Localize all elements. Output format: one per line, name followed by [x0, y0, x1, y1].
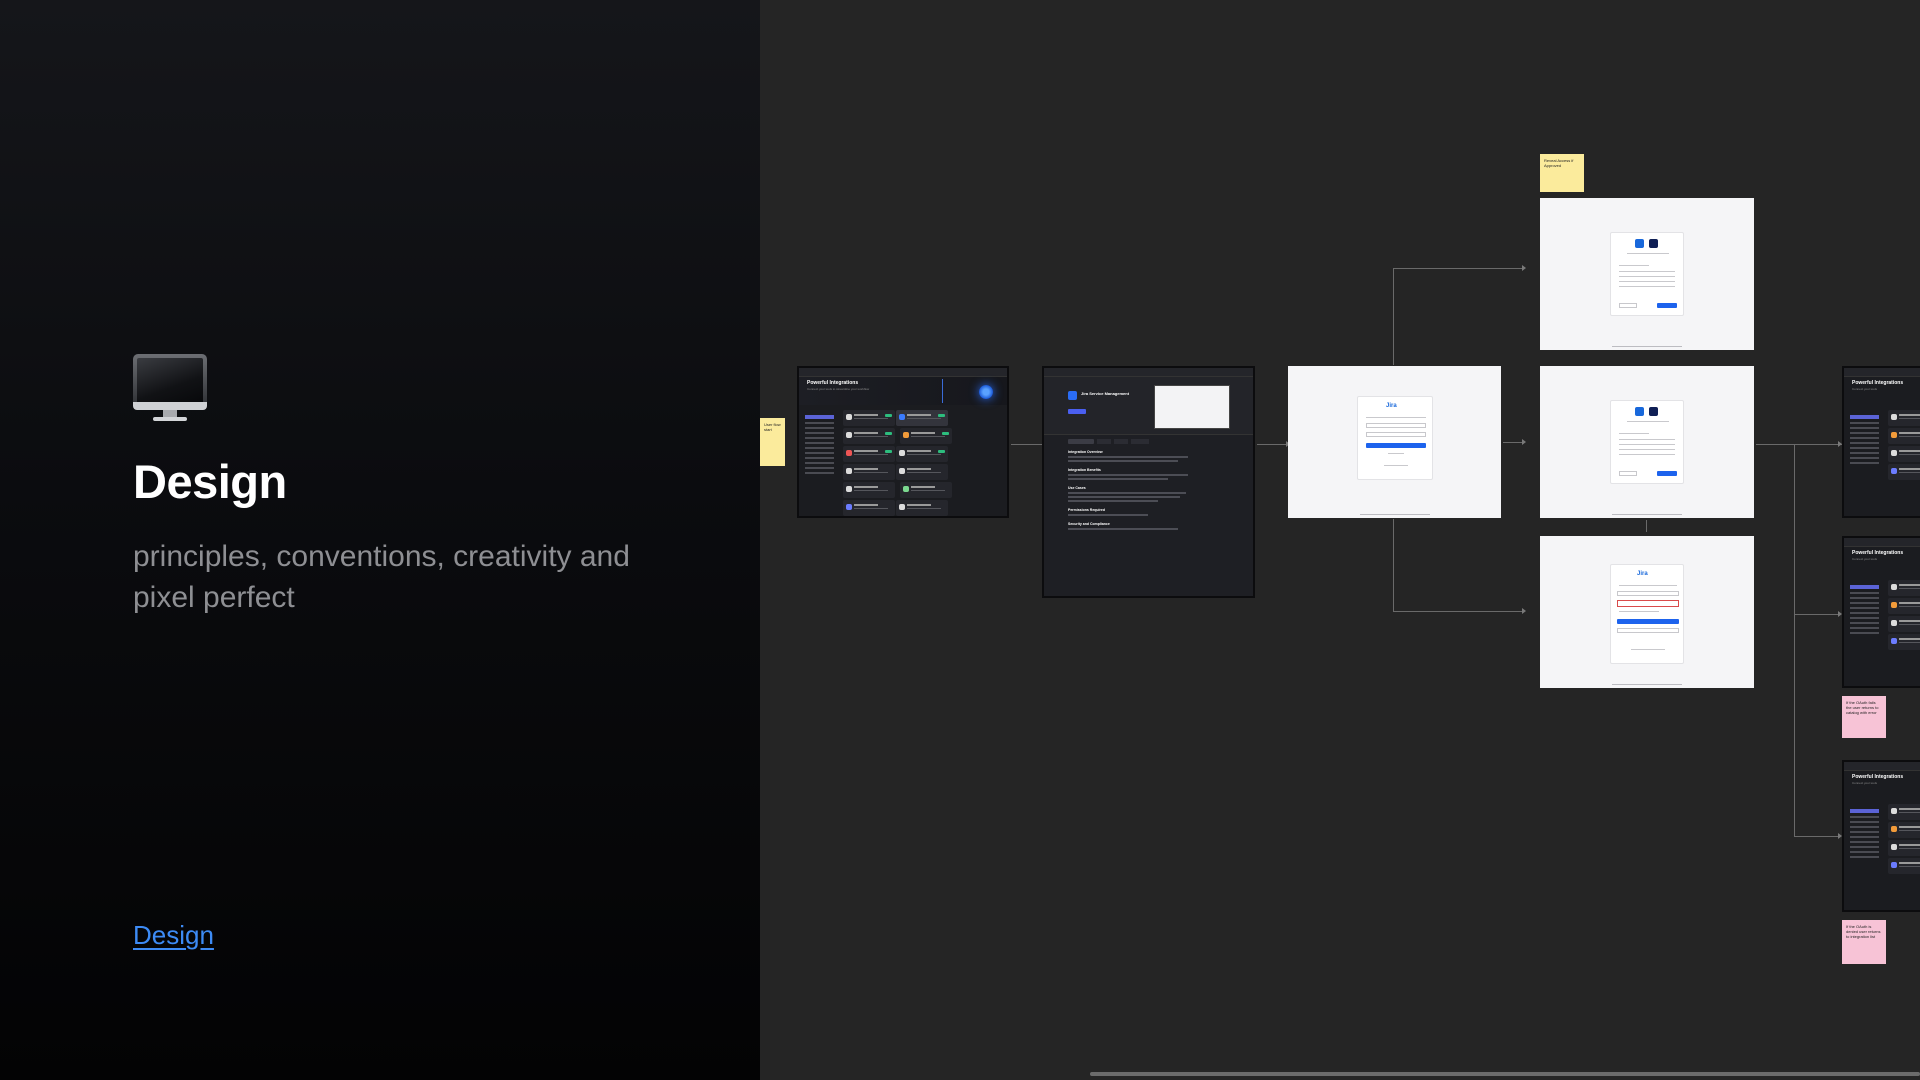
frame-hub-result-1[interactable]: Powerful Integrations Connect your tools	[1842, 366, 1920, 518]
frame-integrations-hub[interactable]: Integrations Hub Powerful Integrations C…	[797, 366, 1009, 518]
sticky-note-flow-start[interactable]: User flow start	[760, 418, 785, 466]
frame-hub-result-2[interactable]: Powerful Integrations Connect your tools	[1842, 536, 1920, 688]
hero-panel: Design principles, conventions, creativi…	[0, 0, 760, 1080]
sticky-note-oauth-denied[interactable]: If the OAuth is denied user returns to i…	[1842, 920, 1886, 964]
frame-jira-consent-b[interactable]	[1540, 366, 1754, 518]
sticky-note-reveal-access[interactable]: Reveal Access if Approved	[1540, 154, 1584, 192]
page-subtitle: principles, conventions, creativity and …	[133, 540, 630, 614]
frame-hub-result-3[interactable]: Powerful Integrations Connect your tools	[1842, 760, 1920, 912]
frame-jira-login[interactable]: Jira	[1288, 366, 1501, 518]
design-canvas[interactable]: User flow start Integrations Hub Powerfu…	[760, 0, 1920, 1080]
frame-jira-detail[interactable]: Jira Service Management Jira Service Man…	[1042, 366, 1255, 598]
horizontal-scrollbar[interactable]	[1090, 1072, 1920, 1076]
page-title: Design	[133, 455, 287, 508]
design-link[interactable]: Design	[133, 920, 214, 951]
frame-jira-consent-a[interactable]	[1540, 198, 1754, 350]
sticky-note-oauth-fails[interactable]: If the OAuth fails the user returns to c…	[1842, 696, 1886, 738]
desktop-computer-icon	[133, 354, 207, 422]
frame-jira-select-site[interactable]: Jira	[1540, 536, 1754, 688]
